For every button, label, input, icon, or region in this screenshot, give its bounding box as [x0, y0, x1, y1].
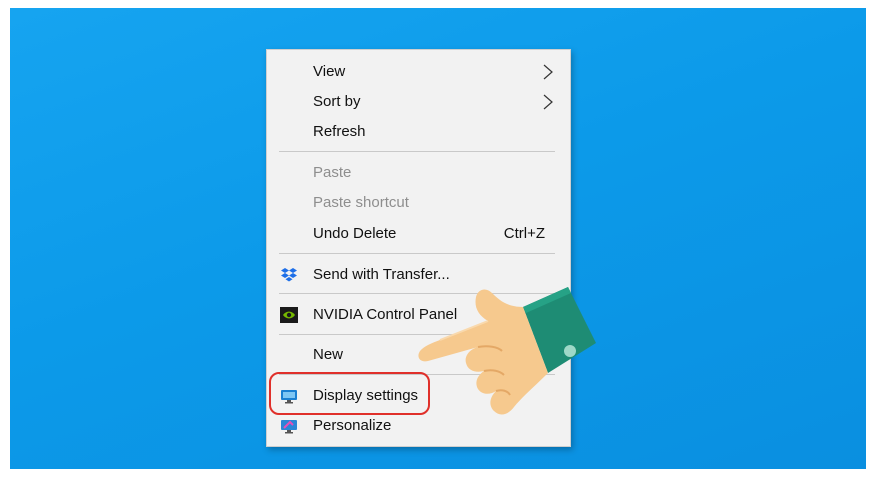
- menu-item-paste-shortcut: Paste shortcut: [267, 188, 570, 218]
- menu-item-label: Send with Transfer...: [313, 266, 450, 283]
- menu-item-label: New: [313, 346, 344, 363]
- personalize-icon: [281, 420, 297, 434]
- menu-item-label: Sort by: [313, 93, 361, 110]
- menu-item-refresh[interactable]: Refresh: [267, 117, 570, 147]
- menu-item-paste: Paste: [267, 158, 570, 188]
- menu-item-undo-delete[interactable]: Undo Delete Ctrl+Z: [267, 219, 570, 249]
- menu-item-label: Paste shortcut: [313, 194, 409, 211]
- pointing-hand-icon: [418, 287, 596, 415]
- chevron-right-icon: [543, 64, 553, 80]
- menu-item-sort-by[interactable]: Sort by: [267, 87, 570, 117]
- menu-separator: [279, 151, 555, 152]
- menu-item-view[interactable]: View: [267, 57, 570, 87]
- menu-item-label: Refresh: [313, 123, 366, 140]
- chevron-right-icon: [543, 94, 553, 110]
- menu-item-label: Paste: [313, 164, 352, 181]
- menu-separator: [279, 253, 555, 254]
- menu-item-label: View: [313, 63, 346, 80]
- dropbox-icon: [281, 268, 297, 282]
- menu-item-label: Personalize: [313, 417, 392, 434]
- shortcut-hint: Ctrl+Z: [503, 225, 545, 242]
- nvidia-icon: [280, 307, 298, 323]
- display-settings-highlight-ring: [269, 372, 430, 415]
- menu-item-label: Undo Delete: [313, 225, 397, 242]
